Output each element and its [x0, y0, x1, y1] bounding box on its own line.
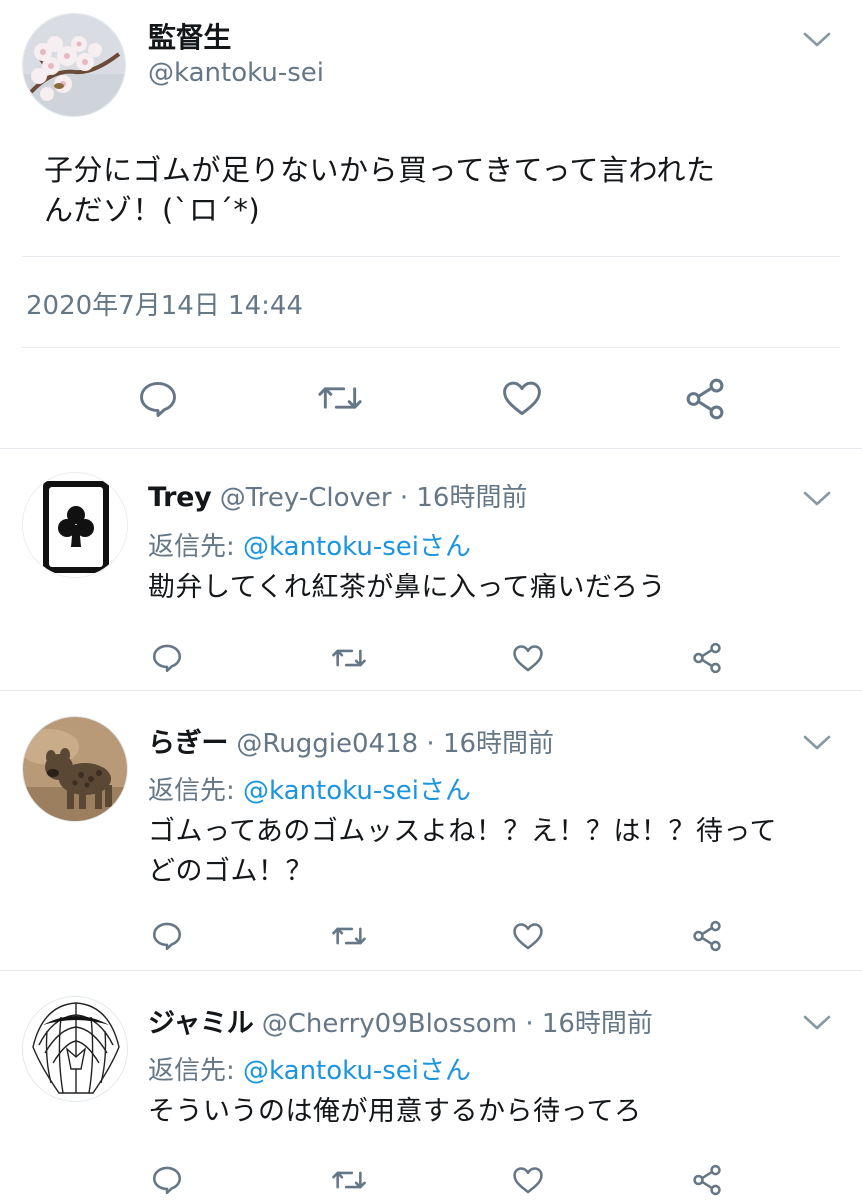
retweet-icon [332, 1171, 366, 1189]
reply-to-prefix: 返信先: [148, 532, 244, 562]
like-button[interactable] [510, 919, 546, 953]
reply-to-prefix: 返信先: [148, 1056, 244, 1086]
reply-text: 勘弁してくれ紅茶が鼻に入って痛いだろう [148, 568, 666, 608]
retweet-icon [332, 649, 366, 667]
reply-button[interactable] [136, 377, 180, 421]
main-tweet-text-line: 子分にゴムが足りないから買ってきてって言われた [44, 153, 716, 187]
heart-icon [513, 923, 543, 950]
reply-button[interactable] [150, 641, 184, 675]
like-button[interactable] [499, 376, 545, 420]
reply-time[interactable]: · 16時間前 [426, 729, 554, 759]
reply-handle[interactable]: @Ruggie0418 [236, 729, 418, 759]
speech-bubble-icon [152, 1166, 182, 1195]
share-icon [693, 642, 721, 674]
reply-display-name[interactable]: Trey [148, 482, 212, 513]
main-tweet-text-line: んだゾ！(`ロ´*) [44, 193, 261, 227]
speech-bubble-icon [140, 381, 176, 417]
reply-text-line: そういうのは俺が用意するから待ってろ [148, 1096, 642, 1127]
share-icon [686, 378, 724, 420]
share-button[interactable] [690, 640, 724, 676]
main-tweet-text: 子分にゴムが足りないから買ってきてって言われた んだゾ！(`ロ´*) [44, 150, 716, 230]
avatar[interactable] [22, 996, 128, 1102]
retweet-button[interactable] [330, 641, 368, 675]
hyena-avatar-image [23, 717, 127, 821]
reply-header: ジャミル @Cherry09Blossom · 16時間前 [148, 1001, 653, 1040]
retweet-button[interactable] [330, 1163, 368, 1197]
retweet-button[interactable] [330, 919, 368, 953]
reply-text: ゴムってあのゴムッスよね！？え！？は！？待って どのゴム！？ [148, 812, 777, 892]
like-button[interactable] [510, 641, 546, 675]
main-handle[interactable]: @kantoku-sei [148, 58, 324, 88]
club-card-avatar-image [23, 473, 127, 577]
reply-text-line: どのゴム！？ [148, 856, 313, 887]
cobra-avatar-image [23, 997, 127, 1101]
reply-to-suffix: さん [419, 532, 472, 562]
heart-icon [513, 1167, 543, 1194]
chevron-down-icon[interactable] [802, 487, 832, 509]
like-button[interactable] [510, 1163, 546, 1197]
reply-to-suffix: さん [419, 1056, 472, 1086]
retweet-icon [332, 927, 366, 945]
share-icon [693, 1164, 721, 1196]
reply-display-name[interactable]: らぎー [148, 728, 228, 759]
avatar[interactable] [22, 472, 128, 578]
share-icon [693, 920, 721, 952]
reply-to-user-link[interactable]: @kantoku-sei [243, 532, 419, 562]
divider [0, 448, 862, 449]
chevron-down-icon[interactable] [802, 28, 832, 50]
reply-to-prefix: 返信先: [148, 776, 244, 806]
avatar[interactable] [22, 13, 126, 117]
reply-handle[interactable]: @Trey-Clover [220, 483, 392, 513]
speech-bubble-icon [152, 644, 182, 673]
divider [0, 690, 862, 691]
reply-header: らぎー @Ruggie0418 · 16時間前 [148, 721, 554, 760]
chevron-down-icon[interactable] [802, 1011, 832, 1033]
retweet-icon [318, 387, 362, 409]
reply-time[interactable]: · 16時間前 [525, 1009, 653, 1039]
reply-time[interactable]: · 16時間前 [400, 483, 528, 513]
reply-button[interactable] [150, 1163, 184, 1197]
heart-icon [513, 645, 543, 672]
reply-to-line: 返信先: @kantoku-seiさん [148, 526, 471, 563]
reply-to-user-link[interactable]: @kantoku-sei [243, 1056, 419, 1086]
reply-handle[interactable]: @Cherry09Blossom [262, 1009, 517, 1039]
reply-display-name[interactable]: ジャミル [148, 1008, 254, 1039]
reply-text: そういうのは俺が用意するから待ってろ [148, 1092, 642, 1132]
reply-to-line: 返信先: @kantoku-seiさん [148, 1050, 471, 1087]
divider [22, 347, 840, 348]
reply-to-suffix: さん [419, 776, 472, 806]
share-button[interactable] [690, 1162, 724, 1198]
reply-header: Trey @Trey-Clover · 16時間前 [148, 477, 527, 514]
cherry-blossom-avatar-image [23, 14, 125, 116]
retweet-button[interactable] [316, 376, 364, 420]
reply-button[interactable] [150, 919, 184, 953]
divider [0, 970, 862, 971]
reply-text-line: 勘弁してくれ紅茶が鼻に入って痛いだろう [148, 572, 666, 603]
tweet-timestamp[interactable]: 2020年7月14日 14:44 [26, 285, 303, 322]
reply-text-line: ゴムってあのゴムッスよね！？え！？は！？待って [148, 816, 777, 847]
chevron-down-icon[interactable] [802, 731, 832, 753]
main-display-name[interactable]: 監督生 [148, 16, 231, 56]
avatar[interactable] [22, 716, 128, 822]
divider [22, 256, 840, 257]
reply-to-user-link[interactable]: @kantoku-sei [243, 776, 419, 806]
share-button[interactable] [690, 918, 724, 954]
heart-icon [503, 381, 541, 416]
share-button[interactable] [682, 376, 728, 422]
reply-to-line: 返信先: @kantoku-seiさん [148, 770, 471, 807]
speech-bubble-icon [152, 922, 182, 951]
